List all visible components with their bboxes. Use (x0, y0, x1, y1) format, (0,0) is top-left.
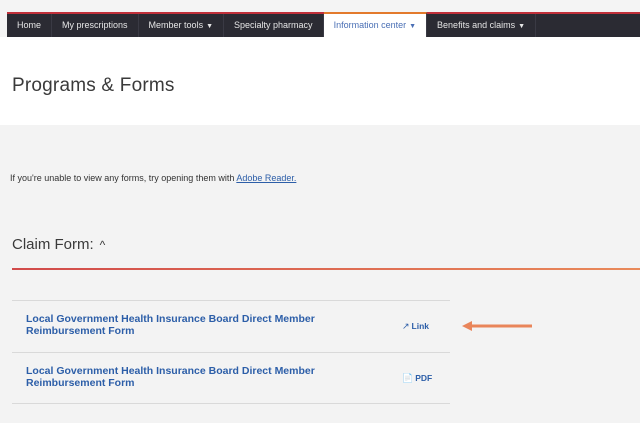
chevron-down-icon: ▼ (206, 23, 214, 30)
nav-item-benefits-and-claims[interactable]: Benefits and claims ▼ (427, 14, 537, 37)
adobe-reader-link[interactable]: Adobe Reader. (236, 173, 296, 183)
nav-item-specialty-pharmacy[interactable]: Specialty pharmacy (224, 14, 324, 37)
nav-bar: Home My prescriptions Member tools ▼ Spec… (7, 12, 640, 37)
nav-item-home[interactable]: Home (7, 14, 53, 37)
pdf-icon: 📄 (402, 373, 414, 383)
nav-item-my-prescriptions[interactable]: My prescriptions (52, 14, 139, 37)
top-navigation: Home My prescriptions Member tools ▼ Spec… (0, 0, 640, 37)
info-message: If you're unable to view any forms, try … (10, 173, 297, 183)
collapse-caret-icon[interactable]: ^ (100, 238, 106, 252)
form-list: Local Government Health Insurance Board … (12, 300, 450, 404)
section-header[interactable]: Claim Form: ^ (12, 236, 105, 253)
form-pdf-button[interactable]: 📄 PDF (402, 373, 432, 384)
form-name-link[interactable]: Local Government Health Insurance Board … (26, 365, 356, 389)
nav-item-information-center[interactable]: Information center ▼ (323, 12, 428, 37)
section-divider (12, 268, 640, 270)
page-title: Programs & Forms (12, 75, 175, 96)
list-item: Local Government Health Insurance Board … (12, 352, 450, 404)
list-item: Local Government Health Insurance Board … (12, 300, 450, 352)
form-name-link[interactable]: Local Government Health Insurance Board … (26, 313, 356, 337)
annotation-arrow-icon (462, 321, 532, 331)
external-link-icon: ↗ (402, 321, 410, 331)
form-link-button[interactable]: ↗ Link (402, 321, 429, 332)
page-header: Programs & Forms (0, 37, 640, 125)
nav-item-member-tools[interactable]: Member tools ▼ (139, 14, 225, 37)
chevron-down-icon: ▼ (518, 23, 526, 30)
section-title: Claim Form: (12, 236, 94, 253)
chevron-down-icon: ▼ (409, 23, 417, 30)
